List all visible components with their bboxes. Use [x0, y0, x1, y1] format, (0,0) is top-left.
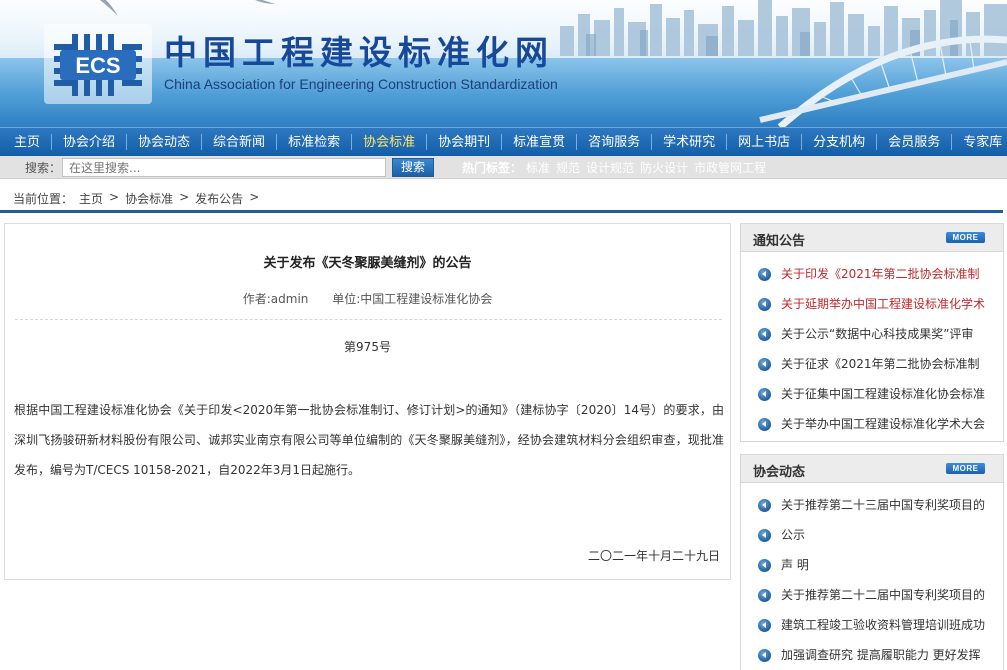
nav-item[interactable]: 标准检索 — [277, 134, 353, 150]
news-more-button[interactable]: MORE — [946, 463, 985, 474]
article-panel: 关于发布《天冬聚脲美缝剂》的公告 作者:admin 单位:中国工程建设标准化协会… — [4, 223, 731, 580]
hot-tag-link[interactable]: 市政管网工程 — [694, 161, 766, 175]
notices-title: 通知公告 — [753, 234, 806, 249]
notices-item-text: 关于征集中国工程建设标准化协会标准 — [781, 387, 986, 401]
news-list-item[interactable]: 关于推荐第二十三届中国专利奖项目的 — [741, 490, 1003, 520]
notices-item-text: 关于印发《2021年第二批协会标准制 — [781, 267, 980, 281]
notices-list-item[interactable]: 关于征集中国工程建设标准化协会标准 — [741, 379, 1003, 409]
breadcrumb-divider — [0, 210, 1003, 213]
search-input[interactable] — [62, 158, 386, 177]
search-label: 搜索： — [25, 161, 62, 175]
arrow-bullet-icon — [758, 328, 771, 341]
hot-tags: 热门标签： 标准 规范 设计规范 防火设计 市政管网工程 — [462, 159, 772, 176]
arrow-bullet-icon — [758, 499, 771, 512]
hot-tag-link[interactable]: 规范 — [556, 161, 580, 175]
breadcrumb-separator: > — [249, 190, 260, 204]
notices-item-text: 关于征求《2021年第二批协会标准制 — [781, 357, 980, 371]
notices-header: 通知公告 MORE — [741, 224, 1003, 252]
site-title: 中国工程建设标准化网 — [164, 36, 554, 72]
news-title: 协会动态 — [753, 465, 806, 480]
notices-list-item[interactable]: 关于公示“数据中心科技成果奖”评审 — [741, 319, 1003, 349]
news-item-text: 公示 — [781, 528, 806, 542]
news-box: 协会动态 MORE 关于推荐第二十三届中国专利奖项目的 公示声 明关于推荐第二十二… — [740, 454, 1004, 670]
news-item-text: 关于推荐第二十三届中国专利奖项目的 — [781, 498, 986, 512]
site-banner: ECS 中国工程建设标准化网 China Association for Eng… — [0, 0, 1007, 127]
arrow-bullet-icon — [758, 298, 771, 311]
nav-item[interactable]: 专家库 — [952, 134, 1007, 150]
nav-item[interactable]: 主页 — [3, 134, 53, 150]
notices-list-item[interactable]: 关于延期举办中国工程建设标准化学术 — [741, 289, 1003, 319]
arrow-bullet-icon — [758, 589, 771, 602]
notices-item-text: 关于公示“数据中心科技成果奖”评审 — [781, 327, 974, 341]
search-button[interactable]: 搜索 — [392, 158, 434, 177]
hot-tag-link[interactable]: 标准 — [526, 161, 550, 175]
article-unit: 单位:中国工程建设标准化协会 — [332, 292, 493, 306]
arrow-bullet-icon — [758, 649, 771, 662]
arrow-bullet-icon — [758, 268, 771, 281]
breadcrumb-separator: > — [109, 190, 120, 204]
notices-more-button[interactable]: MORE — [946, 232, 985, 243]
site-subtitle: China Association for Engineering Constr… — [164, 76, 558, 92]
main-nav: 主页 协会介绍 协会动态 综合新闻 标准检索 协会标准 协会期刊 标准宣贯 咨询服务 学术研究 网上… — [0, 127, 1007, 156]
news-item-text: 声 明 — [781, 558, 809, 572]
announcement-number: 第975号 — [344, 340, 391, 354]
news-item-text: 加强调查研究 提高履职能力 更好发挥 — [781, 648, 981, 662]
nav-item[interactable]: 标准宣贯 — [502, 134, 578, 150]
arrow-bullet-icon — [758, 358, 771, 371]
nav-item[interactable]: 综合新闻 — [202, 134, 278, 150]
nav-item[interactable]: 分支机构 — [802, 134, 878, 150]
logo-text: ECS — [75, 53, 120, 78]
breadcrumb-prefix: 当前位置： — [13, 192, 74, 206]
news-item-text: 关于推荐第二十二届中国专利奖项目的 — [781, 588, 986, 602]
notices-list-item[interactable]: 关于举办中国工程建设标准化学术大会 — [741, 409, 1003, 439]
arrow-bullet-icon — [758, 388, 771, 401]
nav-item[interactable]: 协会介绍 — [52, 134, 128, 150]
nav-item[interactable]: 协会动态 — [127, 134, 203, 150]
breadcrumb-link[interactable]: 协会标准 — [125, 190, 173, 207]
news-header: 协会动态 MORE — [741, 455, 1003, 483]
nav-item[interactable]: 协会标准 — [352, 134, 428, 150]
notices-item-text: 关于举办中国工程建设标准化学术大会 — [781, 417, 986, 431]
article-meta: 作者:admin 单位:中国工程建设标准化协会 — [5, 290, 730, 307]
nav-item[interactable]: 协会期刊 — [427, 134, 503, 150]
arrow-bullet-icon — [758, 529, 771, 542]
nav-item[interactable]: 会员服务 — [877, 134, 953, 150]
hot-tags-label: 热门标签： — [462, 161, 523, 175]
notices-item-text: 关于延期举办中国工程建设标准化学术 — [781, 297, 986, 311]
nav-item[interactable]: 咨询服务 — [577, 134, 653, 150]
hot-tag-link[interactable]: 设计规范 — [586, 161, 634, 175]
news-list-item[interactable]: 声 明 — [741, 550, 1003, 580]
article-title: 关于发布《天冬聚脲美缝剂》的公告 — [263, 256, 472, 271]
hot-tag-link[interactable]: 防火设计 — [640, 161, 688, 175]
news-list-item[interactable]: 公示 — [741, 520, 1003, 550]
nav-item[interactable]: 学术研究 — [652, 134, 728, 150]
news-list-item[interactable]: 关于推荐第二十二届中国专利奖项目的 — [741, 580, 1003, 610]
nav-item[interactable]: 网上书店 — [727, 134, 803, 150]
news-item-text: 建筑工程竣工验收资料管理培训班成功 — [781, 618, 986, 632]
breadcrumb: 当前位置： 主页 > 协会标准 > 发布公告 > — [13, 190, 265, 207]
breadcrumb-link[interactable]: 发布公告 — [195, 190, 243, 207]
news-list-item[interactable]: 建筑工程竣工验收资料管理培训班成功 — [741, 610, 1003, 640]
arrow-bullet-icon — [758, 559, 771, 572]
article-body: 根据中国工程建设标准化协会《关于印发<2020年第一批协会标准制订、修订计划>的… — [14, 403, 724, 477]
breadcrumb-link[interactable]: 主页 — [79, 190, 103, 207]
article-date: 二〇二一年十月二十九日 — [587, 549, 720, 563]
notices-list-item[interactable]: 关于征求《2021年第二批协会标准制 — [741, 349, 1003, 379]
arrow-bullet-icon — [758, 418, 771, 431]
ecs-logo[interactable]: ECS — [44, 24, 152, 104]
search-bar: 搜索： 搜索 热门标签： 标准规范设计规范防火设计市政管网工程 — [0, 156, 1007, 179]
news-list-item[interactable]: 加强调查研究 提高履职能力 更好发挥 — [741, 640, 1003, 670]
article-author: 作者:admin — [242, 292, 309, 306]
article-divider — [15, 319, 722, 320]
arrow-bullet-icon — [758, 619, 771, 632]
breadcrumb-separator: > — [179, 190, 190, 204]
notices-list-item[interactable]: 关于印发《2021年第二批协会标准制 — [741, 259, 1003, 289]
notices-box: 通知公告 MORE 关于印发《2021年第二批协会标准制 关于延期举办中国工程建设… — [740, 223, 1004, 442]
